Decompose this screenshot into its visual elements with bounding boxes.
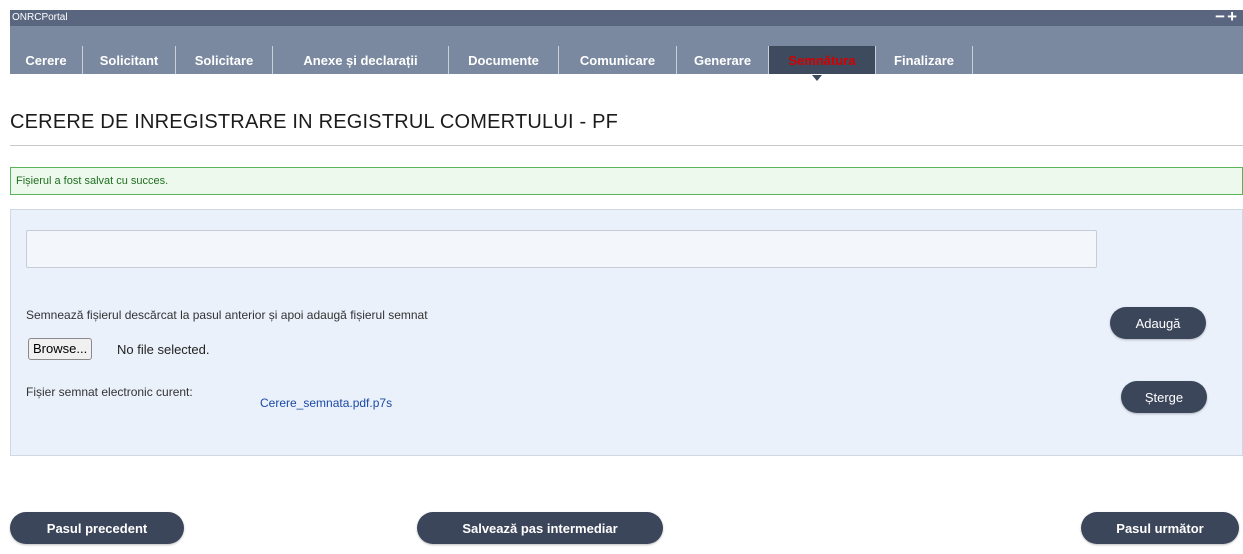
active-tab-pointer <box>812 75 822 81</box>
tab-anexe-si-declaratii[interactable]: Anexe și declarații <box>273 46 449 74</box>
tab-solicitant[interactable]: Solicitant <box>83 46 176 74</box>
tab-comunicare[interactable]: Comunicare <box>559 46 677 74</box>
window-controls[interactable]: −+ <box>1215 7 1239 27</box>
step-tabs: Cerere Solicitant Solicitare Anexe și de… <box>10 26 1243 74</box>
title-divider <box>10 145 1243 146</box>
save-intermediate-button[interactable]: Salvează pas intermediar <box>417 512 663 544</box>
tab-documente[interactable]: Documente <box>449 46 559 74</box>
page-title: CERERE DE INREGISTRARE IN REGISTRUL COME… <box>10 111 619 133</box>
browse-button[interactable]: Browse... <box>28 338 93 360</box>
signature-text-field[interactable] <box>26 230 1097 268</box>
success-message: Fișierul a fost salvat cu succes. <box>10 167 1243 195</box>
upload-instruction: Semnează fișierul descărcat la pasul ant… <box>26 308 428 322</box>
signature-upload-panel: Semnează fișierul descărcat la pasul ant… <box>10 209 1243 456</box>
add-file-button[interactable]: Adaugă <box>1110 307 1206 339</box>
tab-finalizare[interactable]: Finalizare <box>876 46 973 74</box>
portal-title: ONRCPortal <box>12 12 68 23</box>
tab-cerere[interactable]: Cerere <box>10 46 83 74</box>
next-step-button[interactable]: Pasul următor <box>1081 512 1239 544</box>
tab-semnatura[interactable]: Semnătura <box>769 46 876 74</box>
signed-file-label: Fișier semnat electronic curent: <box>26 385 193 399</box>
delete-file-button[interactable]: Șterge <box>1121 381 1207 413</box>
portal-header: ONRCPortal −+ <box>10 7 1243 27</box>
tab-generare[interactable]: Generare <box>677 46 769 74</box>
file-status-text: No file selected. <box>117 342 210 357</box>
previous-step-button[interactable]: Pasul precedent <box>10 512 184 544</box>
signed-file-link[interactable]: Cerere_semnata.pdf.p7s <box>260 396 392 410</box>
tab-solicitare[interactable]: Solicitare <box>176 46 273 74</box>
